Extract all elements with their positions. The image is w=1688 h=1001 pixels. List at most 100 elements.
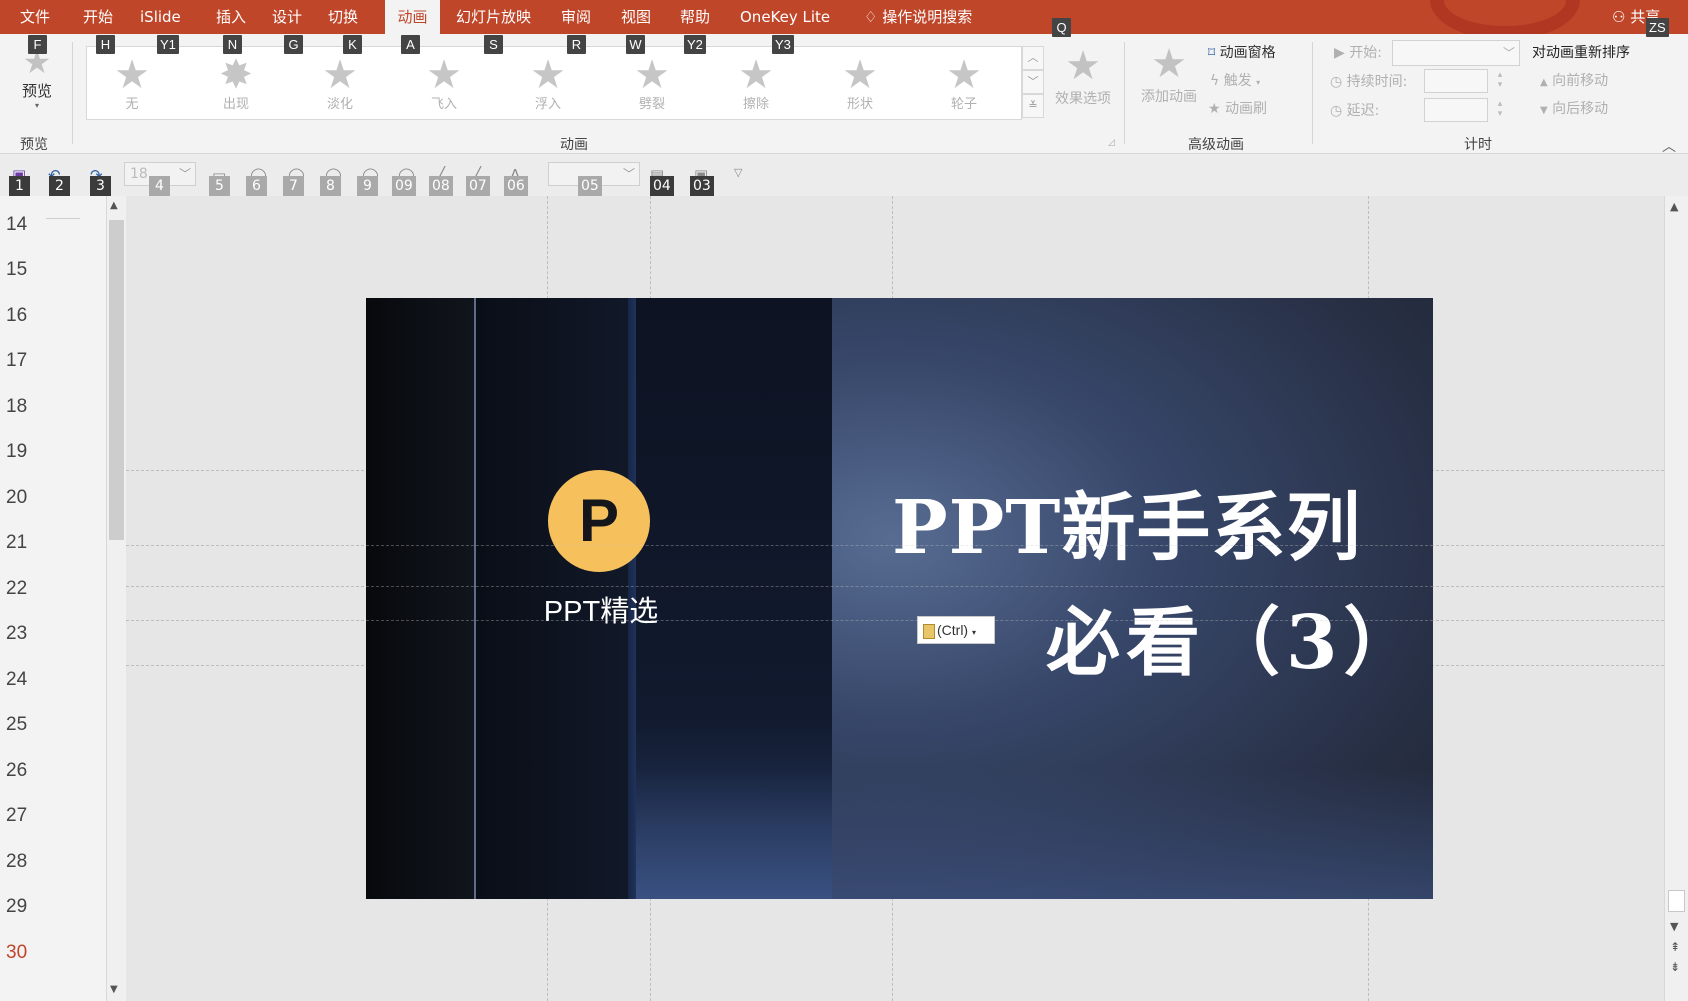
line-number-current: 30 <box>6 942 28 963</box>
line-number-gutter: 14 15 16 17 18 19 20 21 22 23 24 25 26 2… <box>0 196 106 1001</box>
lightning-icon: ϟ <box>1210 73 1220 89</box>
left-scrollbar[interactable]: ▲ ▼ <box>106 196 126 1001</box>
menu-file[interactable]: 文件 <box>12 0 58 34</box>
animation-shape[interactable]: ★ 形状 <box>815 47 905 119</box>
animation-none[interactable]: ★ 无 <box>87 47 177 119</box>
guide-line <box>366 545 1433 546</box>
animation-gallery: ★ 无 ✸ 出现 ★ 淡化 ★ 飞入 ★ 浮入 ★ 劈裂 ★ 擦除 ★ 形状 ★ 轮子 <box>86 46 1022 120</box>
keytip-qat: 05 <box>578 176 602 197</box>
animation-painter-button[interactable]: ★ 动画刷 <box>1208 98 1267 118</box>
triangle-up-icon: ▲ <box>1540 77 1548 88</box>
paste-options-button[interactable]: (Ctrl) ▾ <box>917 616 995 644</box>
animation-wheel[interactable]: ★ 轮子 <box>919 47 1009 119</box>
keytip-insert: N <box>223 35 242 54</box>
duration-input[interactable] <box>1424 69 1488 93</box>
start-select[interactable]: ﹀ <box>1392 40 1520 66</box>
keytip-qat: 8 <box>320 176 341 197</box>
keytip-transitions: K <box>343 35 362 54</box>
font-size-value: 18 <box>130 166 148 182</box>
menu-home[interactable]: 开始 <box>75 0 121 34</box>
delay-spinner[interactable]: ▴ ▾ <box>1492 99 1508 119</box>
right-scrollbar[interactable]: ▲ ▼ ⇞ ⇟ <box>1664 196 1688 1001</box>
preview-button[interactable]: ★ 预览 ▾ <box>14 44 60 124</box>
keytip-qat: 4 <box>149 176 170 197</box>
next-slide-icon[interactable]: ⇟ <box>1670 960 1680 974</box>
star-icon: ★ <box>530 52 566 98</box>
customize-qat-icon[interactable]: ▽ <box>734 166 742 179</box>
animation-split[interactable]: ★ 劈裂 <box>607 47 697 119</box>
keytip-qat: 04 <box>650 176 674 197</box>
menu-view[interactable]: 视图 <box>613 0 659 34</box>
menu-review[interactable]: 审阅 <box>553 0 599 34</box>
menu-transitions[interactable]: 切换 <box>320 0 366 34</box>
keytip-qat: 03 <box>690 176 714 197</box>
line-number: 26 <box>6 760 28 781</box>
ribbon-separator <box>72 42 73 144</box>
delay-label-text: 延迟: <box>1346 103 1380 119</box>
slide-subtitle[interactable]: 必看（3） <box>1046 583 1424 690</box>
scrollbar-thumb[interactable] <box>1668 890 1685 912</box>
gutter-divider <box>46 218 80 219</box>
ribbon-separator <box>1124 42 1125 144</box>
animation-appear[interactable]: ✸ 出现 <box>191 47 281 119</box>
keytip-slideshow: S <box>484 35 503 54</box>
menu-islide[interactable]: iSlide <box>132 0 189 34</box>
animation-label: 出现 <box>222 97 249 112</box>
keytip-qat: 5 <box>209 176 230 197</box>
delay-input[interactable] <box>1424 98 1488 122</box>
menu-slideshow[interactable]: 幻灯片放映 <box>448 0 539 34</box>
keytip-view: W <box>626 35 645 54</box>
animation-fly-in[interactable]: ★ 飞入 <box>399 47 489 119</box>
duration-label-text: 持续时间: <box>1346 74 1408 90</box>
effect-options-button[interactable]: ★ 效果选项 <box>1050 44 1116 124</box>
chevron-down-icon: ▾ <box>972 628 977 637</box>
scroll-down-icon[interactable]: ▼ <box>1670 920 1678 933</box>
line-number: 16 <box>6 305 28 326</box>
play-icon: ▶ <box>1334 45 1345 61</box>
animation-fade[interactable]: ★ 淡化 <box>295 47 385 119</box>
duration-spinner[interactable]: ▴ ▾ <box>1492 70 1508 90</box>
menu-help[interactable]: 帮助 <box>672 0 718 34</box>
scroll-down-icon[interactable]: ▼ <box>110 984 118 995</box>
keytip-qat: 7 <box>283 176 304 197</box>
line-number: 27 <box>6 805 28 826</box>
slide[interactable]: P PPT精选 PPT新手系列 必看（3） <box>366 298 1433 899</box>
menu-animations[interactable]: 动画 <box>385 0 440 34</box>
move-later-button[interactable]: ▼ 向后移动 <box>1540 98 1608 118</box>
scrollbar-thumb[interactable] <box>109 220 124 540</box>
scroll-up-icon[interactable]: ▲ <box>110 200 118 211</box>
tell-me-search[interactable]: ♢ 操作说明搜索 <box>856 0 980 34</box>
collapse-ribbon-icon[interactable]: ︿ <box>1662 136 1676 156</box>
animation-float-in[interactable]: ★ 浮入 <box>503 47 593 119</box>
logo-text[interactable]: PPT精选 <box>516 588 686 630</box>
line-number: 25 <box>6 714 28 735</box>
trigger-button[interactable]: ϟ 触发 ▾ <box>1210 70 1260 90</box>
start-label: ▶ 开始: <box>1334 42 1382 62</box>
logo-circle[interactable]: P <box>548 470 650 572</box>
move-earlier-button[interactable]: ▲ 向前移动 <box>1540 70 1608 90</box>
menu-design[interactable]: 设计 <box>264 0 310 34</box>
scroll-up-icon[interactable]: ▲ <box>1670 200 1678 213</box>
gallery-up-icon[interactable]: ︿ <box>1022 46 1044 70</box>
previous-slide-icon[interactable]: ⇞ <box>1670 940 1680 954</box>
gallery-more-icon[interactable]: ≚ <box>1022 94 1044 118</box>
keytip-search: Q <box>1052 18 1071 37</box>
menu-insert[interactable]: 插入 <box>208 0 254 34</box>
add-animation-button[interactable]: ★ 添加动画 <box>1136 42 1202 122</box>
menu-onekey-lite[interactable]: OneKey Lite <box>732 0 838 34</box>
animation-label: 轮子 <box>950 97 977 112</box>
keytip-review: R <box>567 35 586 54</box>
clock-icon: ◷ <box>1330 103 1343 119</box>
preview-group-label: 预览 <box>20 137 48 153</box>
animation-wipe[interactable]: ★ 擦除 <box>711 47 801 119</box>
keytip-qat: 07 <box>466 176 490 197</box>
line-number: 15 <box>6 259 28 280</box>
animation-label: 淡化 <box>326 97 353 112</box>
line-number: 29 <box>6 896 28 917</box>
gallery-down-icon[interactable]: ﹀ <box>1022 70 1044 94</box>
slide-title[interactable]: PPT新手系列 <box>892 468 1361 575</box>
dialog-launcher-icon[interactable]: ◿ <box>1108 138 1115 148</box>
animation-pane-button[interactable]: ⌑ 动画窗格 <box>1208 42 1276 62</box>
burst-star-icon: ✸ <box>219 52 253 98</box>
line-number: 21 <box>6 532 28 553</box>
